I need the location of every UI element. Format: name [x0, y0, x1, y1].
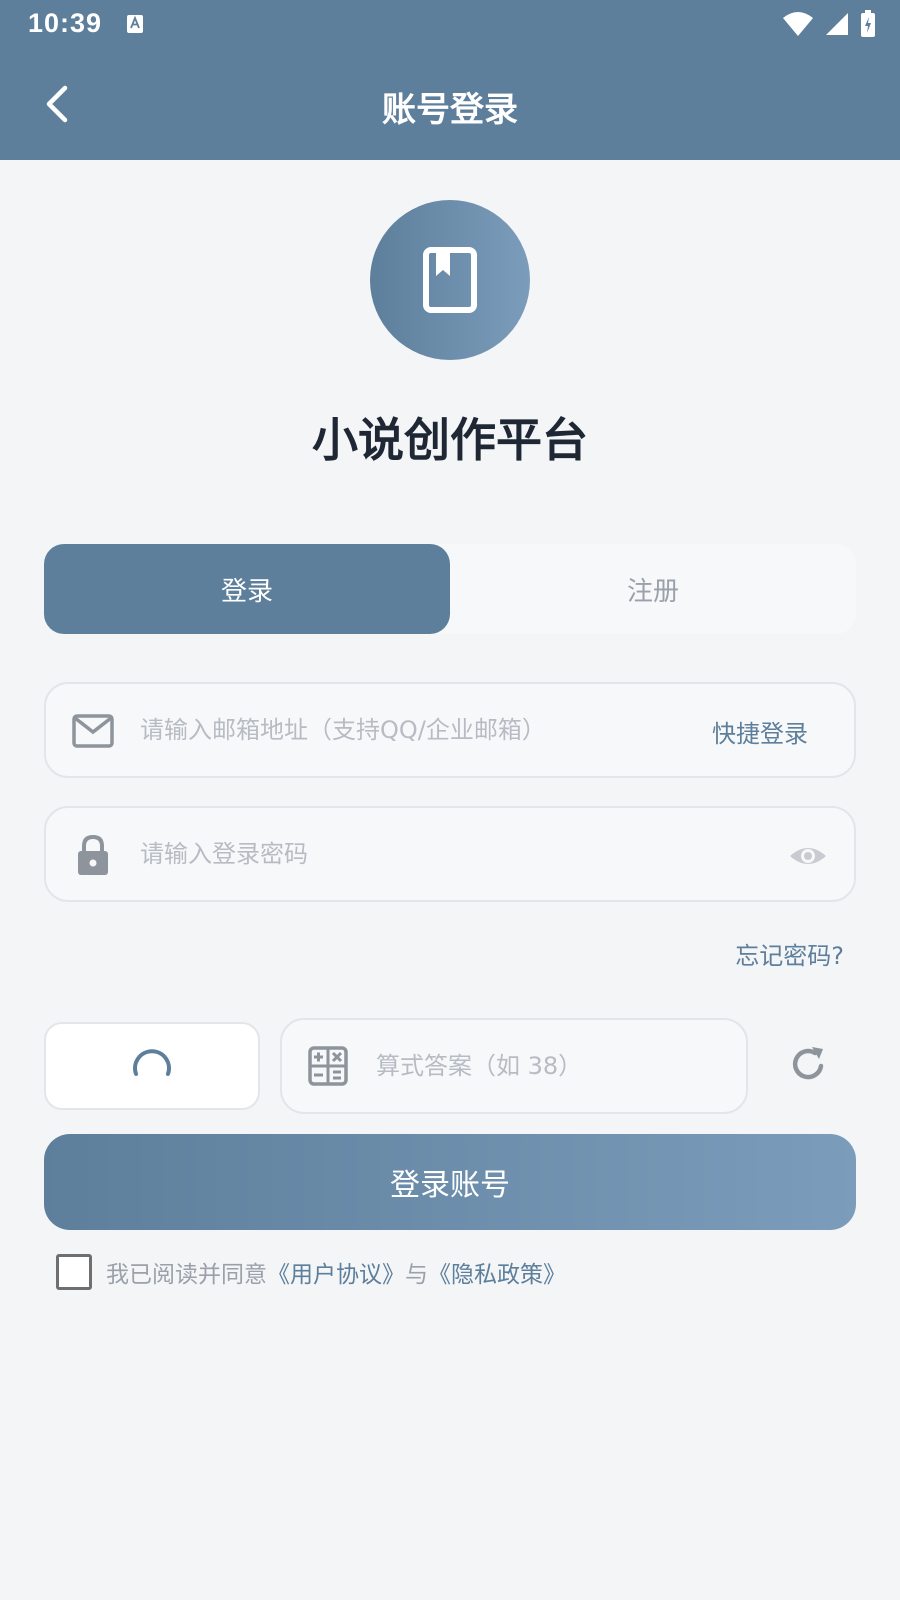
app-name: 小说创作平台: [312, 413, 588, 467]
calculator-icon: [308, 1046, 350, 1088]
wifi-icon: [783, 12, 813, 36]
privacy-policy-link[interactable]: 《隐私政策》: [428, 1255, 566, 1289]
login-button[interactable]: 登录账号: [44, 1134, 856, 1230]
tab-login[interactable]: 登录: [44, 544, 450, 634]
mail-icon: [72, 710, 114, 752]
agreement-conjunction: 与: [405, 1262, 428, 1288]
login-register-tabs: 登录 注册: [44, 544, 856, 634]
password-input[interactable]: [140, 826, 700, 882]
refresh-captcha-button[interactable]: [788, 1044, 828, 1084]
status-time: 10:39: [28, 8, 103, 38]
lock-icon: [72, 834, 114, 876]
app-bar: 10:39 账号登录: [0, 0, 900, 160]
password-field: [44, 806, 856, 902]
agreement-row: 我已阅读并同意 《用户协议》 与 《隐私政策》: [56, 1254, 566, 1290]
user-agreement-link[interactable]: 《用户协议》: [267, 1255, 405, 1289]
refresh-icon: [792, 1047, 824, 1080]
loading-spinner-icon: [133, 1049, 171, 1076]
agreement-checkbox[interactable]: [56, 1254, 92, 1290]
tab-register[interactable]: 注册: [450, 544, 856, 634]
email-field: 快捷登录: [44, 682, 856, 778]
book-icon: [423, 247, 477, 313]
battery-icon: [861, 10, 875, 37]
agreement-prefix: 我已阅读并同意: [106, 1262, 267, 1288]
app-logo: [370, 200, 530, 360]
forgot-password-link[interactable]: 忘记密码?: [735, 936, 844, 971]
eye-icon[interactable]: [788, 836, 828, 876]
signal-icon: [826, 13, 848, 35]
captcha-input[interactable]: [376, 1038, 726, 1094]
captcha-field: [280, 1018, 748, 1114]
captcha-image[interactable]: [44, 1022, 260, 1110]
keyboard-notification-icon: [127, 15, 143, 33]
status-icons: [782, 10, 876, 38]
page-title: 账号登录: [382, 90, 518, 130]
quick-login-link[interactable]: 快捷登录: [712, 714, 808, 749]
email-input[interactable]: [140, 702, 700, 758]
